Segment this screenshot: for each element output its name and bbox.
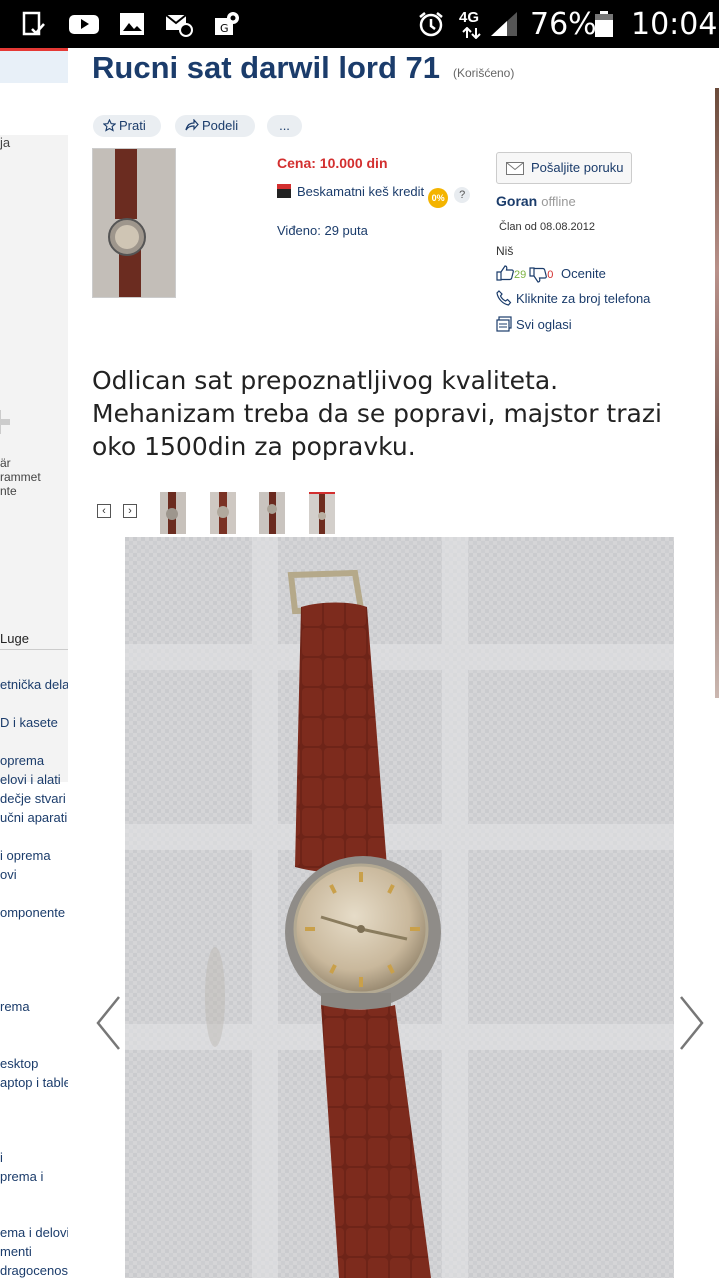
status-bar: G 4G 76% 10:04: [0, 0, 719, 48]
phone-icon: [496, 290, 512, 306]
sidebar-item[interactable]: i: [0, 1150, 3, 1165]
sidebar-ad-box[interactable]: är rammet nte: [0, 306, 68, 782]
divider: [0, 649, 68, 650]
signal-icon: [491, 12, 517, 36]
listing-description: Odlican sat prepoznatljivog kvaliteta. M…: [92, 366, 662, 461]
sidebar-item[interactable]: učni aparati: [0, 810, 67, 825]
help-button[interactable]: ?: [454, 187, 471, 203]
zero-percent-badge: 0%: [428, 188, 449, 208]
gallery-next-button[interactable]: ›: [123, 504, 137, 518]
likes-count: 29: [514, 269, 527, 281]
gallery-thumbnail[interactable]: [259, 492, 285, 534]
main-photo[interactable]: [125, 537, 674, 1278]
sidebar-item[interactable]: dragocenosti: [0, 1263, 68, 1278]
follow-button[interactable]: Prati: [93, 115, 161, 137]
phone-label: Kliknite za broj telefona: [516, 291, 651, 306]
credit-label: Beskamatni keš kredit: [297, 184, 425, 199]
credit-offer[interactable]: Beskamatni keš kredit 0%?: [277, 184, 471, 208]
sidebar-item[interactable]: D i kasete: [0, 715, 58, 730]
seller-info: Goran offline: [496, 193, 576, 209]
phone-link[interactable]: Kliknite za broj telefona: [496, 290, 650, 306]
share-button[interactable]: Podeli: [175, 115, 255, 137]
clock: 10:04: [631, 7, 718, 42]
gallery-icon: [120, 13, 144, 35]
sidebar-item[interactable]: etnička dela: [0, 677, 68, 692]
battery-icon: [595, 11, 613, 37]
follow-label: Prati: [119, 118, 146, 133]
sidebar-item[interactable]: elovi i alati: [0, 772, 61, 787]
sidebar-item[interactable]: menti: [0, 1244, 32, 1259]
main-thumbnail[interactable]: [92, 148, 176, 298]
send-message-label: Pošaljite poruku: [531, 160, 624, 175]
seller-city: Niš: [496, 244, 514, 258]
share-label: Podeli: [202, 118, 239, 133]
view-count: Viđeno: 29 puta: [277, 223, 368, 238]
condition-label: (Korišćeno): [453, 66, 515, 80]
right-edge-content: [712, 48, 719, 1278]
sidebar-item[interactable]: prema i: [0, 1169, 43, 1184]
ads-list-icon: [496, 316, 512, 332]
sidebar-item[interactable]: esktop: [0, 1056, 38, 1071]
battery-percent: 76%: [530, 7, 597, 42]
svg-text:G: G: [220, 22, 229, 35]
left-sidebar: ja är rammet nte Luge etnička dela D i k…: [0, 48, 68, 1278]
youtube-icon: [69, 15, 99, 34]
share-arrow-icon: [185, 118, 199, 131]
seller-name[interactable]: Goran: [496, 193, 537, 209]
plus-icon: [0, 410, 10, 434]
sidebar-item[interactable]: aptop i tablet: [0, 1075, 68, 1090]
sidebar-item[interactable]: oprema: [0, 753, 44, 768]
watch-photo: [125, 537, 674, 1278]
sidebar-item[interactable]: i oprema: [0, 848, 51, 863]
thumbs-down-icon[interactable]: [529, 267, 548, 283]
gallery-thumbnail[interactable]: [160, 492, 186, 534]
dislikes-count: 0: [547, 269, 554, 281]
photo-next-arrow-icon[interactable]: [676, 995, 706, 1051]
rate-link[interactable]: Ocenite: [561, 266, 606, 281]
star-icon: [102, 118, 117, 132]
email-icon: [165, 14, 193, 37]
notification-check-icon: [22, 11, 45, 36]
sidebar-item[interactable]: ema i delovi: [0, 1225, 68, 1240]
sidebar-item[interactable]: ovi: [0, 867, 17, 882]
more-button[interactable]: ...: [267, 115, 302, 137]
sidebar-item[interactable]: rema: [0, 999, 30, 1014]
location-icon: G: [215, 12, 239, 35]
photo-prev-arrow-icon[interactable]: [94, 995, 124, 1051]
member-since: Član od 08.08.2012: [499, 221, 596, 233]
data-arrows-icon: [462, 27, 481, 39]
network-type-label: 4G: [459, 9, 480, 26]
sidebar-section-heading: Luge: [0, 631, 29, 646]
watch-thumbnail-image: [93, 149, 175, 297]
gallery-thumbnail-active[interactable]: [309, 492, 335, 536]
sidebar-item[interactable]: omponente: [0, 905, 65, 920]
price: Cena: 10.000 din: [277, 155, 388, 171]
sidebar-item[interactable]: dečje stvari: [0, 791, 66, 806]
envelope-icon: [506, 162, 524, 175]
all-ads-link[interactable]: Svi oglasi: [496, 316, 572, 332]
thumbs-up-icon[interactable]: [496, 265, 514, 281]
gallery-prev-button[interactable]: ‹: [97, 504, 111, 518]
seller-rating: 29 0 Ocenite: [496, 265, 606, 283]
all-ads-label: Svi oglasi: [516, 317, 572, 332]
send-message-button[interactable]: Pošaljite poruku: [496, 152, 632, 184]
bank-card-icon: [277, 184, 291, 198]
alarm-icon: [419, 12, 443, 37]
listing-title: Rucni sat darwil lord 71: [92, 50, 440, 85]
seller-status: offline: [541, 194, 576, 209]
gallery-thumbnail[interactable]: [210, 492, 236, 534]
sidebar-header-bar: [0, 48, 68, 83]
